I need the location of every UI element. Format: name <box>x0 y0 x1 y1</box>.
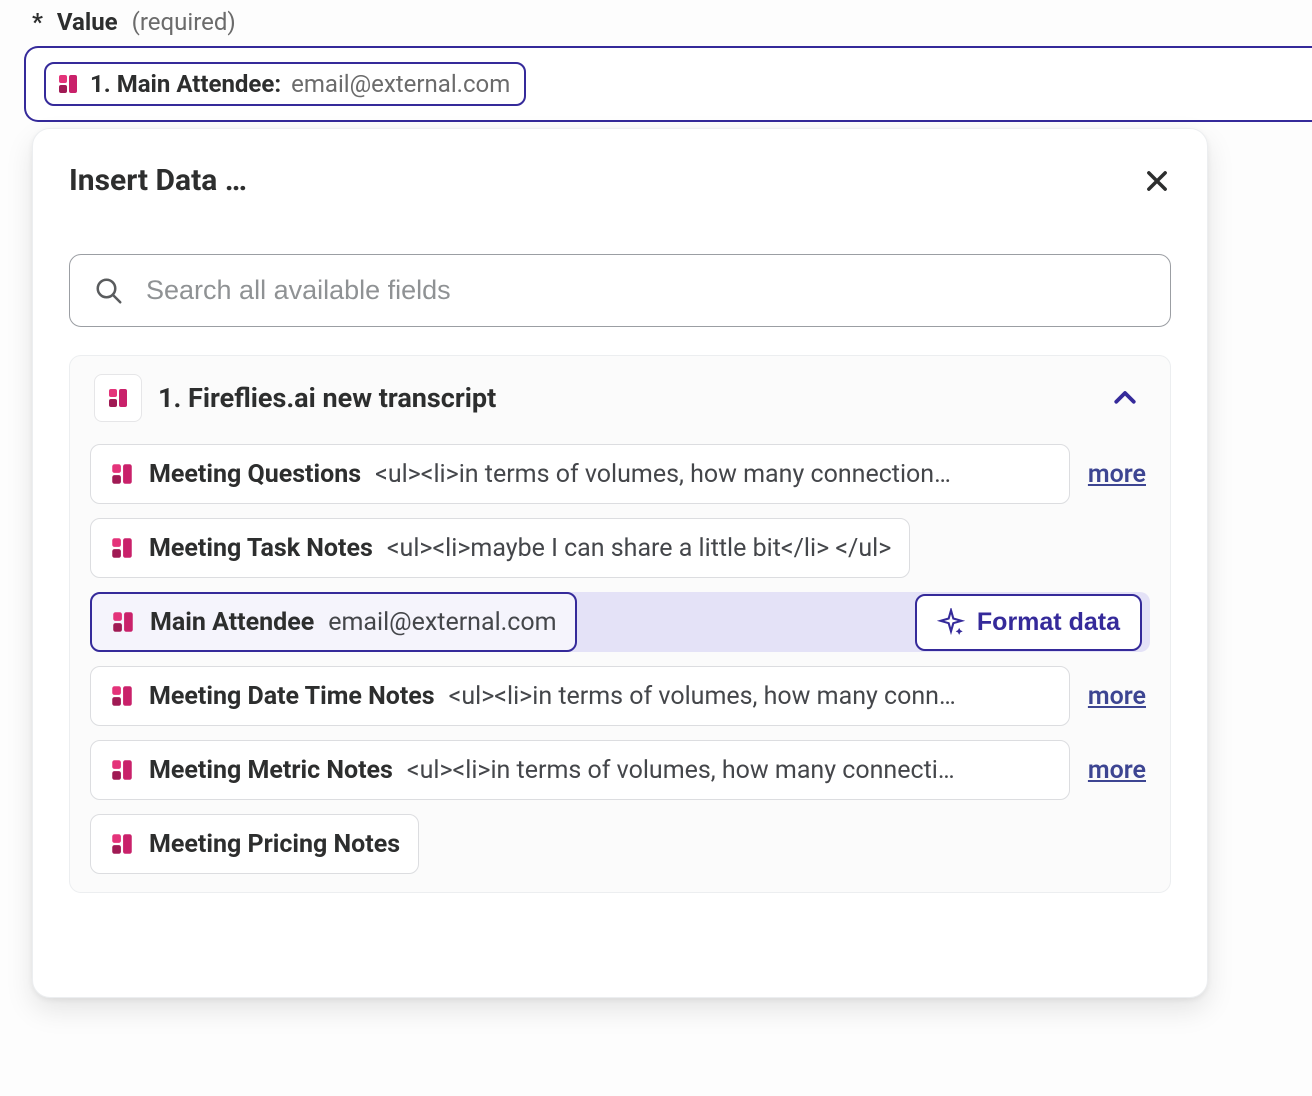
fireflies-icon <box>109 461 135 487</box>
field-name: Main Attendee <box>150 608 314 637</box>
value-pill[interactable]: 1. Main Attendee: email@external.com <box>44 62 526 106</box>
field-row: Meeting Questions <ul><li>in terms of vol… <box>90 444 1150 504</box>
format-data-label: Format data <box>977 608 1120 637</box>
chevron-up-icon[interactable] <box>1110 383 1140 413</box>
field-name: Meeting Pricing Notes <box>149 830 400 859</box>
field-value: <ul><li>in terms of volumes, how many co… <box>375 460 951 489</box>
field-required-text: (required) <box>132 8 236 36</box>
fireflies-icon <box>109 683 135 709</box>
field-item[interactable]: Main Attendee email@external.com <box>90 592 577 652</box>
field-name: Meeting Metric Notes <box>149 756 393 785</box>
fireflies-icon <box>56 72 80 96</box>
data-source-section: 1. Fireflies.ai new transcript Meeting Q… <box>69 355 1171 893</box>
fireflies-icon <box>109 831 135 857</box>
more-link[interactable]: more <box>1070 460 1150 489</box>
field-value: <ul><li>maybe I can share a little bit</… <box>387 534 891 563</box>
field-name: Meeting Task Notes <box>149 534 373 563</box>
field-label: Value <box>57 8 118 36</box>
field-name: Meeting Date Time Notes <box>149 682 435 711</box>
field-row: Main Attendee email@external.com Format da… <box>90 592 1150 652</box>
field-value: <ul><li>in terms of volumes, how many co… <box>407 756 955 785</box>
value-input[interactable]: 1. Main Attendee: email@external.com <box>24 46 1312 122</box>
required-asterisk: * <box>32 8 43 36</box>
section-title: 1. Fireflies.ai new transcript <box>158 382 1094 414</box>
fireflies-icon <box>110 609 136 635</box>
field-item[interactable]: Meeting Pricing Notes <box>90 814 419 874</box>
field-row: Meeting Metric Notes <ul><li>in terms of … <box>90 740 1150 800</box>
close-icon[interactable] <box>1143 167 1171 195</box>
more-link[interactable]: more <box>1070 756 1150 785</box>
format-data-button[interactable]: Format data <box>915 594 1142 651</box>
field-item[interactable]: Meeting Task Notes <ul><li>maybe I can sh… <box>90 518 910 578</box>
search-icon <box>94 276 124 306</box>
field-item[interactable]: Meeting Metric Notes <ul><li>in terms of … <box>90 740 1070 800</box>
field-value: email@external.com <box>328 608 556 637</box>
sparkle-icon <box>937 608 965 636</box>
field-label-row: * Value (required) <box>0 0 1312 40</box>
field-row: Meeting Date Time Notes <ul><li>in terms … <box>90 666 1150 726</box>
section-header[interactable]: 1. Fireflies.ai new transcript <box>90 370 1150 434</box>
search-box[interactable] <box>69 254 1171 327</box>
insert-data-panel: Insert Data … 1. Fireflies.ai new transc… <box>32 128 1208 998</box>
field-row: Meeting Task Notes <ul><li>maybe I can sh… <box>90 518 1150 578</box>
fireflies-icon <box>109 535 135 561</box>
app-icon-box <box>94 374 142 422</box>
value-pill-value: email@external.com <box>291 70 510 98</box>
panel-title: Insert Data … <box>69 163 247 198</box>
field-value: <ul><li>in terms of volumes, how many co… <box>449 682 956 711</box>
field-item[interactable]: Meeting Questions <ul><li>in terms of vol… <box>90 444 1070 504</box>
value-pill-name: 1. Main Attendee: <box>90 70 281 98</box>
field-row: Meeting Pricing Notes <box>90 814 1150 874</box>
field-item[interactable]: Meeting Date Time Notes <ul><li>in terms … <box>90 666 1070 726</box>
field-name: Meeting Questions <box>149 460 361 489</box>
fireflies-icon <box>106 385 130 411</box>
fireflies-icon <box>109 757 135 783</box>
more-link[interactable]: more <box>1070 682 1150 711</box>
search-input[interactable] <box>146 275 1146 306</box>
